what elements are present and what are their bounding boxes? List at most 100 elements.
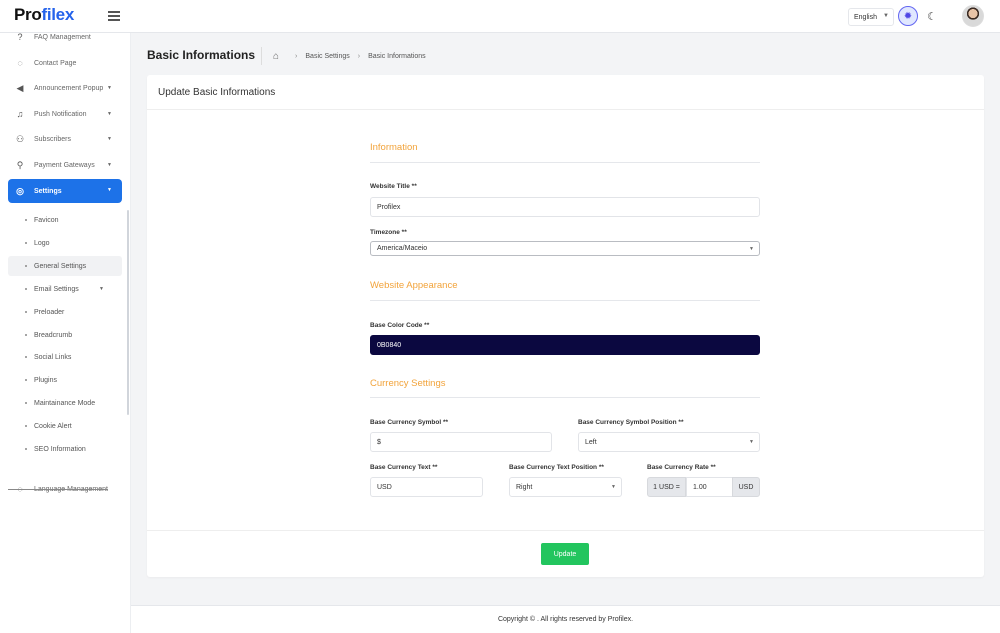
sidebar-item-label: Contact Page [34, 59, 77, 67]
moon-icon: ☾ [927, 10, 937, 23]
timezone-select[interactable]: America/Maceio ▼ [370, 241, 760, 256]
currency-symbol-input[interactable]: $ [370, 432, 552, 452]
sidebar-item-push[interactable]: ♫ Push Notification ▼ [8, 103, 122, 125]
copyright-text: Copyright © . All rights reserved by Pro… [497, 616, 634, 623]
sidebar-subitem-breadcrumb[interactable]: Breadcrumb [8, 325, 122, 345]
sidebar-subitem-favicon[interactable]: Favicon [8, 210, 122, 230]
caret-down-icon: ▼ [99, 286, 104, 292]
website-title-input[interactable]: Profilex [370, 197, 760, 217]
currency-symbol-label: Base Currency Symbol ** [370, 419, 449, 426]
language-value: English [854, 13, 877, 21]
currency-text-input[interactable]: USD [370, 477, 483, 497]
currency-rate-prefix: 1 USD = [647, 477, 686, 497]
sun-icon: ✹ [903, 10, 913, 22]
chevron-down-icon: ▼ [749, 439, 754, 445]
sidebar-scrollbar[interactable] [127, 210, 129, 415]
currency-text-label: Base Currency Text ** [370, 464, 438, 471]
home-icon[interactable]: ⌂ [273, 51, 279, 62]
sidebar-item-label: Settings [34, 187, 62, 195]
sidebar-subitem-plugins[interactable]: Plugins [8, 370, 122, 390]
sidebar-subitem-maintenance[interactable]: Maintainance Mode [8, 393, 122, 413]
sidebar-subitem-label: Maintainance Mode [34, 399, 96, 407]
sidebar-item-announcement[interactable]: ◀ Announcement Popup ▼ [8, 77, 122, 99]
topbar: Profilex English ▼ ✹ ☾ [0, 0, 1000, 33]
caret-down-icon: ▼ [107, 85, 112, 91]
currency-text-position-select[interactable]: Right ▼ [509, 477, 622, 497]
currency-text-position-label: Base Currency Text Position ** [509, 464, 604, 471]
chevron-down-icon: ▼ [611, 484, 616, 490]
sidebar-subitem-social-links[interactable]: Social Links [8, 347, 122, 367]
update-button[interactable]: Update [541, 543, 589, 565]
sidebar-subitem-label: Cookie Alert [34, 422, 72, 430]
currency-text-value: USD [377, 483, 392, 491]
caret-down-icon: ▼ [107, 187, 112, 193]
sidebar-item-faq[interactable]: ? FAQ Management [8, 33, 122, 48]
currency-rate-input[interactable]: 1.00 [686, 477, 733, 497]
breadcrumb-item-current: Basic Informations [368, 53, 426, 60]
sidebar-item-label: FAQ Management [34, 33, 91, 41]
users-icon: ⚇ [15, 133, 25, 144]
chevron-right-icon: › [295, 53, 298, 60]
currency-symbol-position-select[interactable]: Left ▼ [578, 432, 760, 452]
sidebar-subitem-label: Email Settings [34, 285, 79, 293]
sidebar-subitem-general-settings[interactable]: General Settings [8, 256, 122, 276]
currency-text-position-value: Right [516, 483, 533, 491]
sidebar-subitem-seo[interactable]: SEO Information [8, 439, 122, 459]
card-title: Update Basic Informations [147, 75, 984, 110]
base-color-input[interactable]: 0B0840 [370, 335, 760, 355]
megaphone-icon: ◀ [16, 82, 24, 93]
sidebar-item-label: Announcement Popup [34, 84, 104, 92]
sidebar-subitem-label: General Settings [34, 262, 87, 270]
bell-icon: ♫ [16, 109, 24, 119]
help-circle-icon: ? [17, 33, 23, 42]
chevron-right-icon: › [357, 53, 361, 60]
breadcrumb-divider [261, 47, 262, 65]
sidebar-item-label: Push Notification [34, 110, 87, 118]
menu-toggle-icon[interactable] [108, 11, 120, 21]
breadcrumb: ⌂ › Basic Settings › Basic Informations [273, 51, 426, 62]
section-title-information: Information [370, 142, 418, 153]
sidebar-subitem-label: Breadcrumb [34, 331, 73, 339]
brand-logo[interactable]: Profilex [14, 5, 74, 25]
sidebar-subitem-email-settings[interactable]: Email Settings ▼ [8, 279, 122, 299]
card-footer-divider [147, 530, 984, 531]
currency-symbol-value: $ [377, 438, 381, 446]
brand-name-part1: Pro [14, 5, 42, 24]
sidebar: ? FAQ Management ◌ Contact Page ◀ Announ… [0, 33, 131, 633]
sidebar-item-label: Payment Gateways [34, 161, 95, 169]
caret-down-icon: ▼ [107, 111, 112, 117]
currency-symbol-position-label: Base Currency Symbol Position ** [578, 419, 684, 426]
sidebar-item-payment[interactable]: ⚲ Payment Gateways ▼ [8, 154, 122, 176]
currency-rate-label: Base Currency Rate ** [647, 464, 716, 471]
timezone-label: Timezone ** [370, 229, 407, 236]
gear-icon: ◎ [16, 185, 24, 196]
sidebar-subitem-label: Plugins [34, 376, 57, 384]
dark-theme-button[interactable]: ☾ [924, 8, 940, 24]
website-title-label: Website Title ** [370, 183, 417, 190]
user-avatar[interactable] [962, 5, 984, 27]
sidebar-subitem-label: Logo [34, 239, 50, 247]
sidebar-subitem-preloader[interactable]: Preloader [8, 302, 122, 322]
section-title-appearance: Website Appearance [370, 280, 458, 291]
sidebar-item-label: Subscribers [34, 135, 71, 143]
chevron-down-icon: ▼ [883, 13, 889, 19]
breadcrumb-item[interactable]: Basic Settings [305, 53, 349, 60]
website-title-value: Profilex [377, 203, 401, 211]
whatsapp-icon: ◌ [17, 58, 23, 68]
page-title: Basic Informations [147, 48, 256, 62]
currency-rate-suffix: USD [732, 477, 760, 497]
currency-symbol-position-value: Left [585, 438, 597, 446]
sidebar-subitem-cookie-alert[interactable]: Cookie Alert [8, 416, 122, 436]
sidebar-item-subscribers[interactable]: ⚇ Subscribers ▼ [8, 128, 122, 150]
sidebar-item-settings[interactable]: ◎ Settings ▼ [8, 179, 122, 203]
sidebar-item-contact[interactable]: ◌ Contact Page [8, 52, 122, 74]
base-color-value: 0B0840 [377, 341, 402, 349]
sidebar-divider [8, 489, 108, 490]
footer: Copyright © . All rights reserved by Pro… [131, 605, 1000, 633]
light-theme-button[interactable]: ✹ [898, 6, 918, 26]
sidebar-subitem-label: Social Links [34, 353, 72, 361]
sidebar-subitem-logo[interactable]: Logo [8, 233, 122, 253]
caret-down-icon: ▼ [107, 162, 112, 168]
language-select[interactable]: English ▼ [848, 8, 894, 26]
section-title-currency: Currency Settings [370, 378, 446, 389]
